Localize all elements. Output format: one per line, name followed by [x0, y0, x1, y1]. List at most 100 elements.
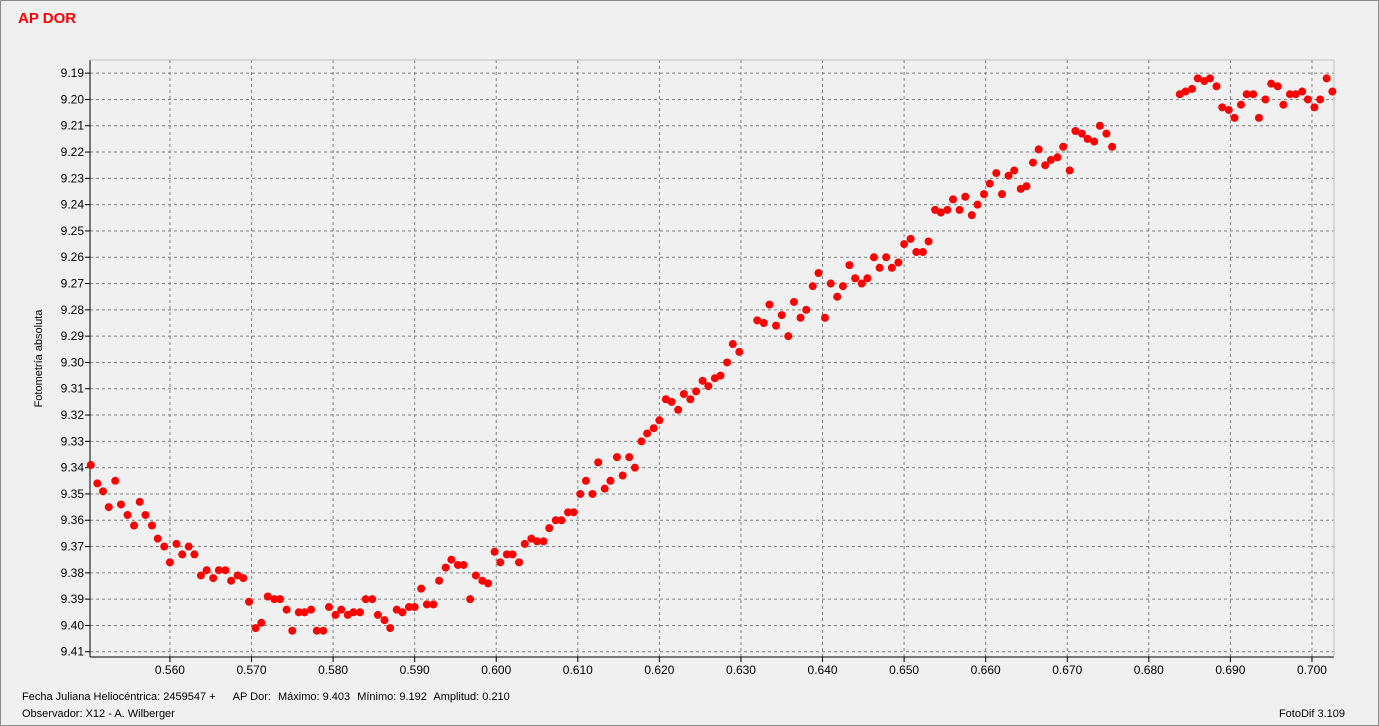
data-point — [630, 463, 639, 472]
data-point — [184, 542, 193, 551]
data-point — [1316, 95, 1325, 104]
data-point — [796, 313, 805, 322]
data-point — [202, 566, 211, 575]
data-point — [833, 292, 842, 301]
min-label: Mínimo: 9.192 — [357, 691, 427, 703]
data-point — [1065, 166, 1074, 175]
data-point — [851, 274, 860, 283]
data-point — [239, 574, 248, 583]
data-point — [581, 476, 590, 485]
data-point — [992, 169, 1001, 178]
data-point — [838, 282, 847, 291]
data-point — [557, 516, 566, 525]
software-label: FotoDif 3.109 — [1278, 708, 1345, 720]
data-point — [637, 437, 646, 446]
data-point — [337, 605, 346, 614]
x-tick-label: 0.590 — [400, 663, 430, 677]
x-tick-label: 0.600 — [481, 663, 511, 677]
x-tick-label: 0.690 — [1215, 663, 1245, 677]
y-tick-label: 9.27 — [61, 277, 85, 291]
data-point — [1188, 84, 1197, 93]
y-tick-label: 9.31 — [61, 382, 85, 396]
data-point — [655, 416, 664, 425]
data-point — [160, 542, 169, 551]
data-point — [918, 247, 927, 256]
data-point — [1298, 87, 1307, 96]
data-point — [165, 558, 174, 567]
y-tick-label: 9.36 — [61, 513, 85, 527]
data-point — [1322, 74, 1331, 83]
data-point — [875, 263, 884, 272]
data-point — [961, 192, 970, 201]
data-point — [368, 595, 377, 604]
data-point — [178, 550, 187, 559]
data-point — [386, 624, 395, 633]
data-point — [1303, 95, 1312, 104]
data-point — [410, 603, 419, 612]
data-point — [716, 371, 725, 380]
data-point — [141, 510, 150, 519]
data-point — [1261, 95, 1270, 104]
data-point — [594, 458, 603, 467]
data-point — [459, 560, 468, 569]
data-point — [1254, 113, 1263, 122]
data-point — [373, 610, 382, 619]
y-tick-label: 9.24 — [61, 198, 85, 212]
x-tick-label: 0.660 — [971, 663, 1001, 677]
data-point — [802, 305, 811, 314]
data-point — [643, 429, 652, 438]
data-point — [1108, 142, 1117, 151]
data-point — [679, 390, 688, 399]
data-point — [704, 382, 713, 391]
data-point — [282, 605, 291, 614]
x-tick-label: 0.630 — [726, 663, 756, 677]
data-point — [484, 579, 493, 588]
data-point — [973, 200, 982, 209]
data-point — [863, 274, 872, 283]
data-point — [209, 574, 218, 583]
data-point — [772, 321, 781, 330]
data-point — [667, 397, 676, 406]
data-point — [882, 253, 891, 262]
max-label: Máximo: 9.403 — [277, 691, 351, 703]
data-point — [588, 489, 597, 498]
data-point — [1224, 105, 1233, 114]
data-point — [245, 597, 254, 606]
jd-label: Fecha Juliana Heliocéntrica: 2459547 + — [22, 691, 216, 703]
data-point — [967, 211, 976, 220]
data-point — [949, 195, 958, 204]
y-tick-label: 9.22 — [61, 145, 85, 159]
y-tick-label: 9.28 — [61, 303, 85, 317]
data-point — [789, 297, 798, 306]
data-point — [900, 240, 909, 249]
data-point — [496, 558, 505, 567]
data-point — [319, 626, 328, 635]
data-point — [735, 347, 744, 356]
data-point — [539, 537, 548, 546]
data-point — [820, 313, 829, 322]
data-point — [692, 387, 701, 396]
data-point — [649, 424, 658, 433]
data-point — [515, 558, 524, 567]
data-point — [307, 605, 316, 614]
data-point — [508, 550, 517, 559]
data-point — [190, 550, 199, 559]
data-point — [569, 508, 578, 517]
x-tick-label: 0.650 — [889, 663, 919, 677]
data-point — [147, 521, 156, 530]
data-point — [429, 600, 438, 609]
star-label: AP Dor: — [232, 691, 271, 703]
data-point — [618, 471, 627, 480]
data-point — [104, 503, 113, 512]
data-point — [612, 453, 621, 462]
y-tick-label: 9.32 — [61, 408, 85, 422]
light-curve-chart: 0.560 0.570 0.580 0.590 0.600 0.610 0.620 0.630… — [33, 59, 1337, 677]
data-point — [869, 253, 878, 262]
data-point — [447, 555, 456, 564]
data-point — [545, 524, 554, 533]
y-tick-label: 9.29 — [61, 329, 85, 343]
data-point — [1237, 100, 1246, 109]
data-point — [1034, 145, 1043, 154]
data-point — [86, 461, 95, 470]
data-point — [1212, 82, 1221, 91]
